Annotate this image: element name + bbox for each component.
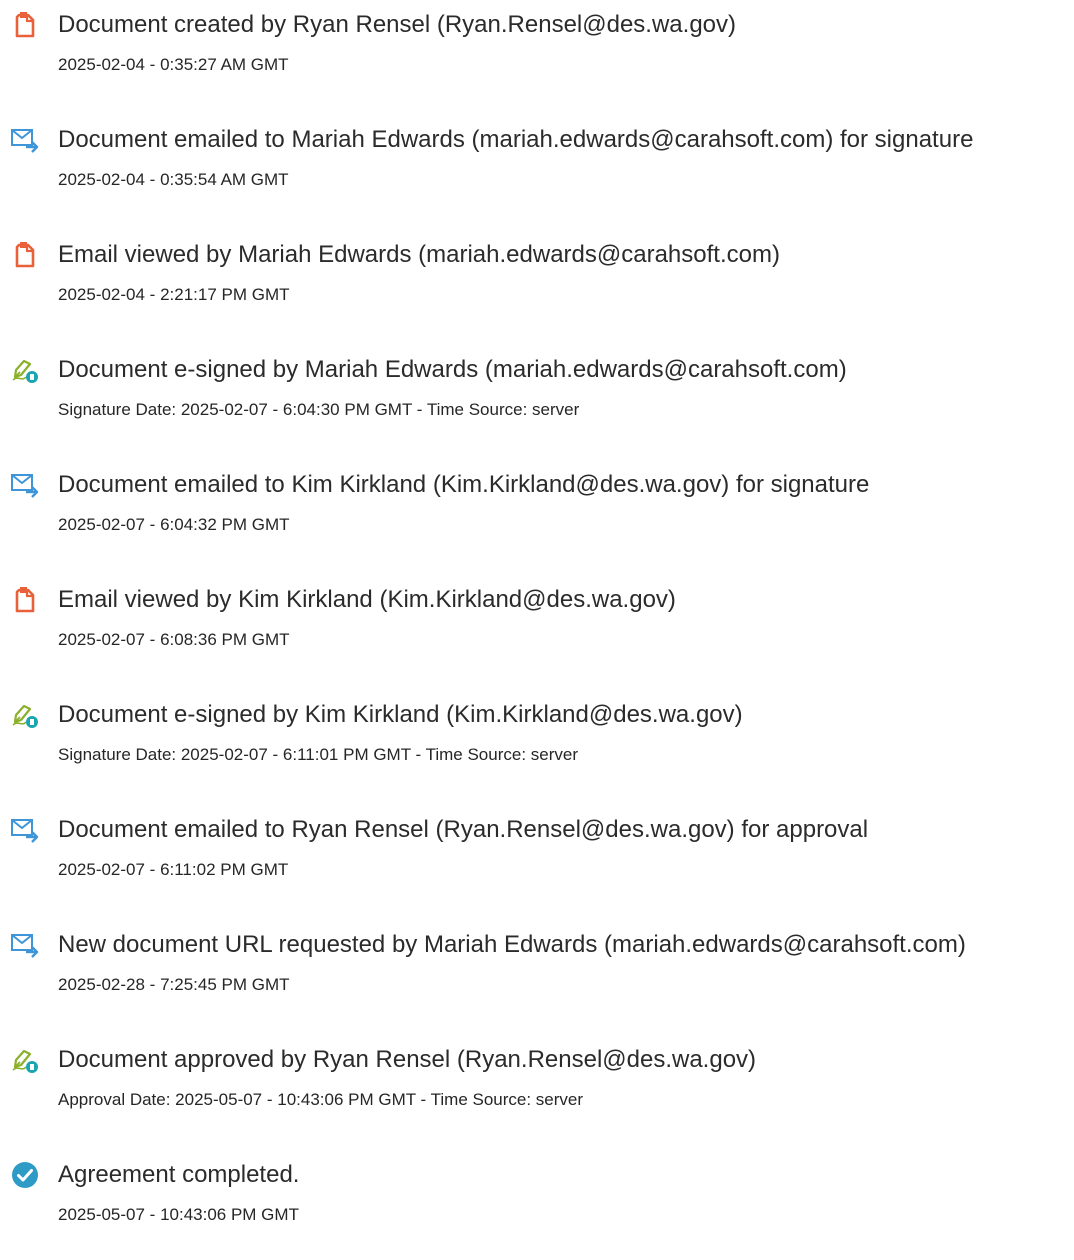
event-timestamp: 2025-02-07 - 6:04:32 PM GMT: [58, 515, 290, 534]
event-title: Email viewed by Mariah Edwards (mariah.e…: [58, 241, 780, 268]
e-sign-pen-icon: [10, 700, 40, 730]
history-event: Document approved by Ryan Rensel (Ryan.R…: [0, 1045, 1074, 1145]
event-timestamp: 2025-02-04 - 0:35:27 AM GMT: [58, 55, 289, 74]
check-circle-icon: [10, 1160, 40, 1190]
event-title: New document URL requested by Mariah Edw…: [58, 931, 966, 958]
event-title: Document e-signed by Mariah Edwards (mar…: [58, 356, 847, 383]
history-event: New document URL requested by Mariah Edw…: [0, 930, 1074, 1030]
event-timestamp: 2025-02-07 - 6:11:02 PM GMT: [58, 860, 289, 879]
history-event: Email viewed by Mariah Edwards (mariah.e…: [0, 240, 1074, 340]
event-title: Document e-signed by Kim Kirkland (Kim.K…: [58, 701, 743, 728]
history-event: Document emailed to Ryan Rensel (Ryan.Re…: [0, 815, 1074, 915]
history-event: Document emailed to Mariah Edwards (mari…: [0, 125, 1074, 225]
e-sign-pen-icon: [10, 355, 40, 385]
event-title: Email viewed by Kim Kirkland (Kim.Kirkla…: [58, 586, 676, 613]
document-icon: [10, 10, 40, 40]
history-event: Document created by Ryan Rensel (Ryan.Re…: [0, 10, 1074, 110]
document-icon: [10, 585, 40, 615]
event-timestamp: 2025-02-04 - 0:35:54 AM GMT: [58, 170, 289, 189]
event-timestamp: 2025-02-04 - 2:21:17 PM GMT: [58, 285, 290, 304]
email-sent-icon: [10, 815, 40, 845]
event-timestamp: 2025-02-07 - 6:08:36 PM GMT: [58, 630, 290, 649]
event-title: Document approved by Ryan Rensel (Ryan.R…: [58, 1046, 757, 1073]
event-timestamp: Approval Date: 2025-05-07 - 10:43:06 PM …: [58, 1090, 584, 1109]
event-timestamp: 2025-02-28 - 7:25:45 PM GMT: [58, 975, 290, 994]
event-timestamp: Signature Date: 2025-02-07 - 6:04:30 PM …: [58, 400, 580, 419]
e-sign-pen-icon: [10, 1045, 40, 1075]
event-timestamp: 2025-05-07 - 10:43:06 PM GMT: [58, 1205, 299, 1224]
document-icon: [10, 240, 40, 270]
event-title: Agreement completed.: [58, 1161, 300, 1188]
history-event: Document emailed to Kim Kirkland (Kim.Ki…: [0, 470, 1074, 570]
history-event: Document e-signed by Mariah Edwards (mar…: [0, 355, 1074, 455]
event-title: Document emailed to Kim Kirkland (Kim.Ki…: [58, 471, 870, 498]
email-sent-icon: [10, 930, 40, 960]
email-sent-icon: [10, 470, 40, 500]
history-event: Agreement completed. 2025-05-07 - 10:43:…: [0, 1160, 1074, 1260]
email-sent-icon: [10, 125, 40, 155]
history-event: Email viewed by Kim Kirkland (Kim.Kirkla…: [0, 585, 1074, 685]
event-title: Document created by Ryan Rensel (Ryan.Re…: [58, 11, 737, 38]
event-timestamp: Signature Date: 2025-02-07 - 6:11:01 PM …: [58, 745, 578, 764]
event-title: Document emailed to Ryan Rensel (Ryan.Re…: [58, 816, 869, 843]
event-title: Document emailed to Mariah Edwards (mari…: [58, 126, 974, 153]
document-history: Document created by Ryan Rensel (Ryan.Re…: [0, 0, 1074, 1224]
history-event: Document e-signed by Kim Kirkland (Kim.K…: [0, 700, 1074, 800]
